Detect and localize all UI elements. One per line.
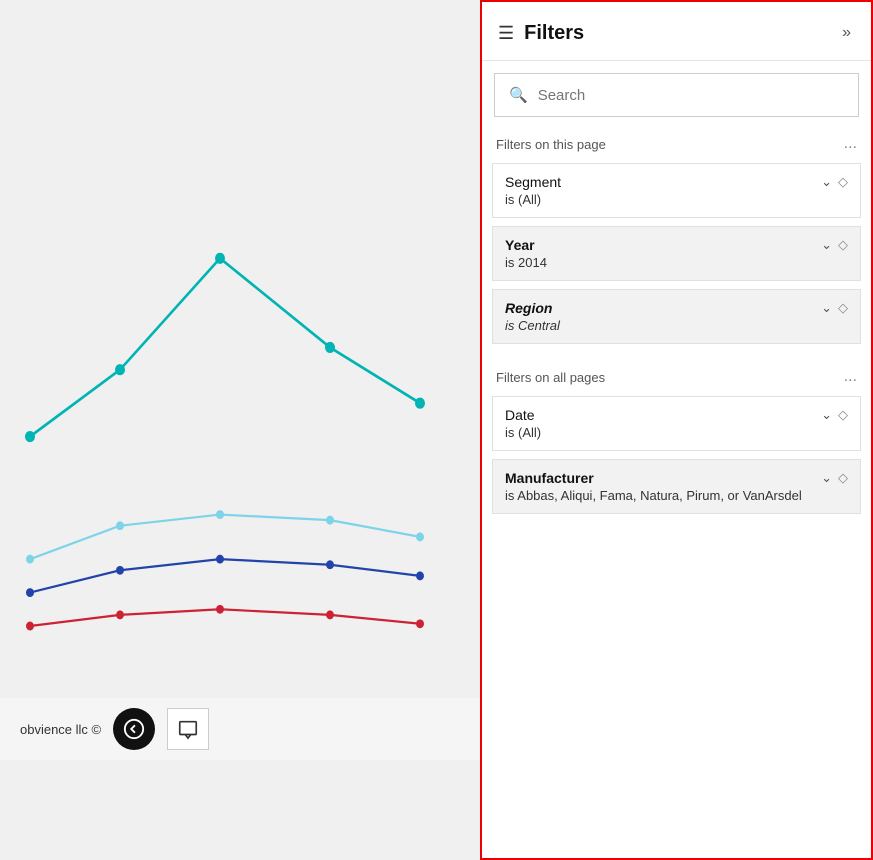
filter-item-date-header: Date ⌄ ◇ [505, 407, 848, 423]
search-bar[interactable]: 🔍 [494, 73, 859, 117]
search-input[interactable] [538, 87, 844, 104]
filter-region-controls: ⌄ ◇ [821, 300, 848, 316]
filter-year-value: is 2014 [505, 255, 848, 270]
filter-item-segment-header: Segment ⌄ ◇ [505, 174, 848, 190]
filter-icon: ☰ [498, 23, 514, 44]
filter-date-controls: ⌄ ◇ [821, 407, 848, 423]
filters-on-all-header: Filters on all pages ... [482, 358, 871, 392]
year-eraser-icon[interactable]: ◇ [838, 237, 848, 253]
filter-item-year-header: Year ⌄ ◇ [505, 237, 848, 253]
date-eraser-icon[interactable]: ◇ [838, 407, 848, 423]
manufacturer-chevron-icon[interactable]: ⌄ [821, 470, 832, 486]
manufacturer-eraser-icon[interactable]: ◇ [838, 470, 848, 486]
left-panel: Sep-14 Oct-14 Nov-14 Dec-14 obvience llc… [0, 0, 480, 860]
back-button[interactable] [113, 708, 155, 750]
filter-manufacturer-controls: ⌄ ◇ [821, 470, 848, 486]
segment-chevron-icon[interactable]: ⌄ [821, 174, 832, 190]
filters-on-all-label: Filters on all pages [496, 370, 605, 385]
segment-eraser-icon[interactable]: ◇ [838, 174, 848, 190]
filter-item-segment[interactable]: Segment ⌄ ◇ is (All) [492, 163, 861, 218]
comment-button[interactable] [167, 708, 209, 750]
filter-manufacturer-value: is Abbas, Aliqui, Fama, Natura, Pirum, o… [505, 488, 848, 503]
filter-manufacturer-name: Manufacturer [505, 470, 594, 486]
filters-header: ☰ Filters » [482, 2, 871, 61]
filter-segment-name: Segment [505, 174, 561, 190]
filter-region-value: is Central [505, 318, 848, 333]
search-icon: 🔍 [509, 86, 528, 104]
filter-item-manufacturer[interactable]: Manufacturer ⌄ ◇ is Abbas, Aliqui, Fama,… [492, 459, 861, 514]
year-chevron-icon[interactable]: ⌄ [821, 237, 832, 253]
filter-region-name: Region [505, 300, 552, 316]
filters-on-page-header: Filters on this page ... [482, 125, 871, 159]
filters-on-page-label: Filters on this page [496, 137, 606, 152]
filter-year-name: Year [505, 237, 535, 253]
filter-item-region[interactable]: Region ⌄ ◇ is Central [492, 289, 861, 344]
filter-item-year[interactable]: Year ⌄ ◇ is 2014 [492, 226, 861, 281]
filter-date-name: Date [505, 407, 535, 423]
filter-item-manufacturer-header: Manufacturer ⌄ ◇ [505, 470, 848, 486]
region-eraser-icon[interactable]: ◇ [838, 300, 848, 316]
filter-segment-controls: ⌄ ◇ [821, 174, 848, 190]
filter-date-value: is (All) [505, 425, 848, 440]
filters-title: Filters [524, 22, 584, 45]
filters-on-page-more[interactable]: ... [844, 135, 857, 153]
filter-item-region-header: Region ⌄ ◇ [505, 300, 848, 316]
filter-item-date[interactable]: Date ⌄ ◇ is (All) [492, 396, 861, 451]
collapse-button[interactable]: » [838, 20, 855, 46]
filters-on-all-more[interactable]: ... [844, 368, 857, 386]
filter-year-controls: ⌄ ◇ [821, 237, 848, 253]
date-chevron-icon[interactable]: ⌄ [821, 407, 832, 423]
spacer-1 [482, 348, 871, 358]
filter-segment-value: is (All) [505, 192, 848, 207]
branding-text: obvience llc © [20, 722, 101, 737]
filters-title-group: ☰ Filters [498, 22, 584, 45]
branding-bar: obvience llc © [0, 698, 480, 760]
region-chevron-icon[interactable]: ⌄ [821, 300, 832, 316]
filters-panel: ☰ Filters » 🔍 Filters on this page ... S… [480, 0, 873, 860]
